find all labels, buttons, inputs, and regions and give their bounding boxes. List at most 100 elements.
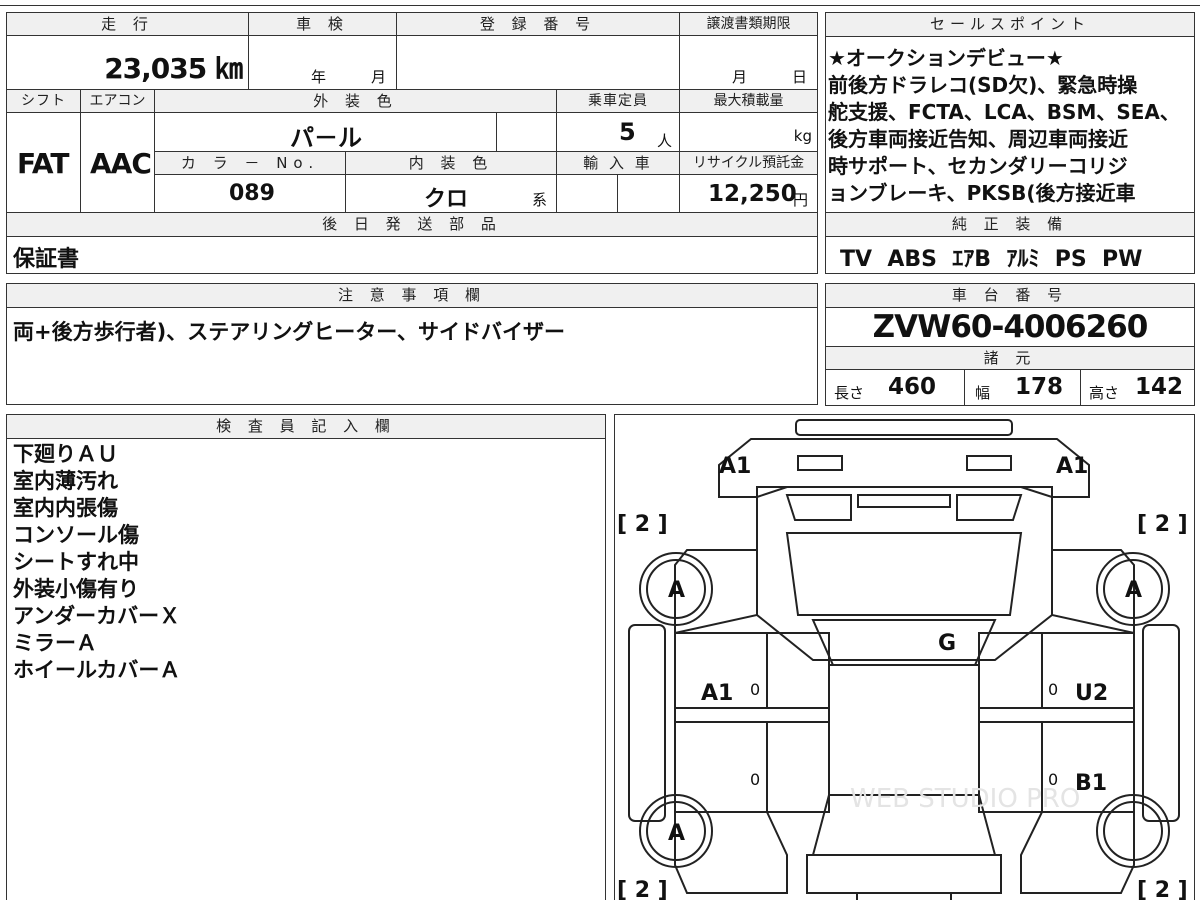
inspector-cell: 下廻りＡＵ 室内薄汚れ 室内内張傷 コンソール傷 シートすれ中 外装小傷有り ア… bbox=[6, 438, 606, 900]
max-load-cell: kg bbox=[679, 112, 818, 152]
later-parts-cell: 保証書 bbox=[6, 236, 818, 274]
notes-value: 両+後方歩行者)、ステアリングヒーター、サイドバイザー bbox=[13, 320, 565, 344]
capacity-cell: 5 人 bbox=[556, 112, 680, 152]
inspector-line: シートすれ中 bbox=[13, 550, 139, 574]
quarter-rear-left bbox=[674, 811, 788, 894]
bracket-bottom-left: [ 2 ] bbox=[617, 878, 668, 900]
shaken-year-unit: 年 bbox=[311, 68, 327, 86]
windshield-area bbox=[785, 532, 1023, 616]
zero-mark: 0 bbox=[750, 680, 760, 699]
height-label: 高さ bbox=[1089, 384, 1120, 402]
inspector-line: ミラーＡ bbox=[13, 631, 97, 655]
chassis-number: ZVW60-4006260 bbox=[872, 309, 1149, 345]
import-cell-a bbox=[556, 174, 618, 213]
equipment-label: 純 正 装 備 bbox=[825, 212, 1195, 237]
registration-cell bbox=[396, 35, 680, 90]
interior-color-cell: クロ 系 bbox=[345, 174, 557, 213]
zero-mark: 0 bbox=[1048, 680, 1058, 699]
front-bumper bbox=[718, 438, 1090, 498]
notes-cell: 両+後方歩行者)、ステアリングヒーター、サイドバイザー bbox=[6, 307, 818, 405]
exterior-color-label: 外 装 色 bbox=[154, 89, 557, 113]
interior-color-label: 内 装 色 bbox=[345, 151, 557, 175]
top-strip bbox=[0, 0, 1200, 6]
color-no-cell: 089 bbox=[154, 174, 346, 213]
recycle-fee-unit: 円 bbox=[793, 191, 809, 209]
transfer-cell: 月 日 bbox=[679, 35, 818, 90]
zero-mark: 0 bbox=[1048, 770, 1058, 789]
pillar-right-front bbox=[978, 632, 1043, 709]
zero-mark: 0 bbox=[750, 770, 760, 789]
recycle-fee-value: 12,250 bbox=[708, 181, 797, 207]
ac-value: AAC bbox=[90, 147, 152, 180]
width-label: 幅 bbox=[975, 384, 991, 402]
recycle-fee-label: リサイクル預託金 bbox=[679, 151, 818, 175]
hood-vent-right bbox=[956, 494, 1023, 521]
trunk bbox=[806, 854, 1002, 894]
import-label: 輸 入 車 bbox=[556, 151, 680, 175]
roof bbox=[828, 664, 980, 796]
shaken-month-unit: 月 bbox=[371, 68, 387, 86]
transfer-deadline-label: 譲渡書類期限 bbox=[679, 12, 818, 36]
specs-label: 諸 元 bbox=[825, 346, 1195, 370]
inspector-line: コンソール傷 bbox=[13, 523, 139, 547]
km-value: 23,035 ㎞ bbox=[104, 52, 243, 85]
import-cell-b bbox=[617, 174, 680, 213]
quarter-rear-right bbox=[1020, 811, 1135, 894]
wheel-front-right-mark: A bbox=[1125, 578, 1142, 603]
front-left-mark: A1 bbox=[719, 454, 751, 479]
wheel-front-left-mark: A bbox=[668, 578, 685, 603]
interior-suffix: 系 bbox=[532, 191, 548, 209]
capacity-label: 乗車定員 bbox=[556, 89, 680, 113]
front-bumper-top bbox=[795, 419, 1013, 436]
length-value: 460 bbox=[888, 374, 937, 400]
inspector-line: 下廻りＡＵ bbox=[13, 442, 118, 466]
hood-vent-center bbox=[857, 494, 951, 508]
equipment-cell: TV ABS ｴｱB ｱﾙﾐ PS PW bbox=[825, 236, 1195, 274]
door-rear-right-mark: B1 bbox=[1075, 771, 1107, 796]
sales-line: 後方車両接近告知、周辺車両接近 bbox=[828, 127, 1128, 151]
height-value: 142 bbox=[1135, 374, 1184, 400]
transfer-month-unit: 月 bbox=[732, 68, 748, 86]
shaken-label: 車 検 bbox=[248, 12, 397, 36]
pillar-left-front bbox=[766, 632, 830, 709]
inspector-line: 外装小傷有り bbox=[13, 577, 139, 601]
exterior-color-cell: パ－ル bbox=[154, 112, 497, 152]
bracket-top-right: [ 2 ] bbox=[1137, 512, 1188, 537]
inspector-line: 室内内張傷 bbox=[13, 496, 118, 520]
front-right-mark: A1 bbox=[1056, 454, 1088, 479]
interior-color-value: クロ bbox=[424, 187, 469, 212]
sales-point-label: セールスポイント bbox=[825, 12, 1195, 37]
registration-label: 登 録 番 号 bbox=[396, 12, 680, 36]
door-front-left-mark: A1 bbox=[701, 681, 733, 706]
shift-cell: FAT bbox=[6, 112, 81, 213]
door-front-right-mark: U2 bbox=[1075, 681, 1108, 706]
inspector-line: 室内薄汚れ bbox=[13, 469, 118, 493]
windshield bbox=[811, 619, 997, 666]
sales-line: 時サポート、セカンダリーコリジ bbox=[828, 154, 1128, 178]
sill-right bbox=[1142, 624, 1180, 822]
sales-point-lines: ★オークションデビュー★ 前後方ドラレコ(SD欠)、緊急時操 舵支援、FCTA、… bbox=[828, 45, 1180, 207]
km-label: 走 行 bbox=[6, 12, 249, 36]
rear-bumper bbox=[856, 892, 952, 900]
ac-cell: AAC bbox=[80, 112, 155, 213]
later-parts-value: 保証書 bbox=[13, 247, 80, 272]
max-load-unit: kg bbox=[793, 127, 812, 145]
door-rear-left bbox=[674, 721, 768, 813]
pillar-left-rear bbox=[766, 721, 830, 813]
height-cell: 高さ 142 bbox=[1080, 369, 1195, 406]
front-light-right bbox=[966, 455, 1012, 471]
inspector-line: ホイールカバーＡ bbox=[13, 658, 181, 682]
chassis-cell: ZVW60-4006260 bbox=[825, 307, 1195, 347]
shift-value: FAT bbox=[17, 147, 70, 180]
watermark: WEB STUDIO PRO bbox=[850, 784, 1080, 814]
exterior-color-value: パ－ル bbox=[290, 124, 362, 152]
damage-diagram-panel: WEB STUDIO PRO A1 A1 [ 2 ] [ 2 ] [ 2 ] [… bbox=[614, 414, 1195, 900]
length-label: 長さ bbox=[834, 384, 865, 402]
transfer-day-unit: 日 bbox=[792, 68, 808, 86]
exterior-code-cell bbox=[496, 112, 557, 152]
width-cell: 幅 178 bbox=[964, 369, 1081, 406]
width-value: 178 bbox=[1015, 374, 1064, 400]
hood-vent-left bbox=[785, 494, 852, 521]
capacity-unit: 人 bbox=[657, 132, 673, 150]
later-parts-label: 後 日 発 送 部 品 bbox=[6, 212, 818, 237]
